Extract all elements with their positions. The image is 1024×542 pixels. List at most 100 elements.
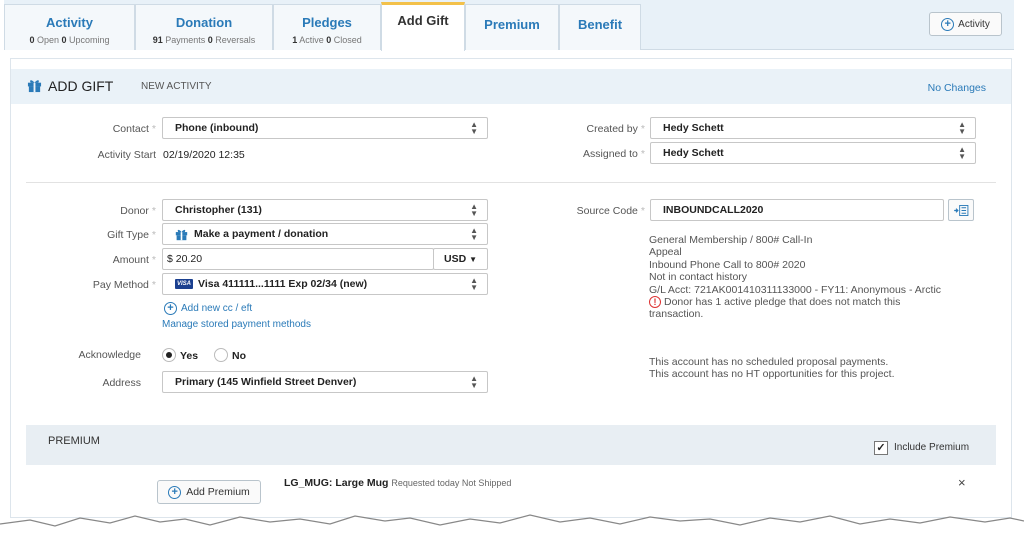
tab-pledges[interactable]: Pledges 1 Active 0 Closed [273, 4, 381, 50]
source-code-details: General Membership / 800# Call-In Appeal… [649, 234, 941, 321]
add-premium-label: Add Premium [186, 486, 250, 498]
premium-item: LG_MUG: Large Mug Requested today Not Sh… [284, 477, 511, 489]
account-note: This account has no HT opportunities for… [649, 368, 895, 381]
plus-circle-icon: + [168, 485, 182, 499]
donor-value: Christopher (131) [175, 204, 262, 216]
plus-circle-icon: + [941, 17, 955, 31]
premium-section-header: PREMIUM ✓ Include Premium [26, 425, 996, 465]
tab-label: Benefit [577, 17, 623, 32]
gift-type-value: Make a payment / donation [194, 228, 329, 240]
amount-value: $ 20.20 [167, 253, 203, 265]
currency-value: USD [444, 253, 467, 265]
amount-input[interactable]: $ 20.20 [162, 248, 434, 270]
change-status: No Changes [927, 82, 986, 94]
address-select[interactable]: Primary (145 Winfield Street Denver) ▲ ▼ [162, 371, 488, 393]
contact-label: Contact * [112, 123, 156, 135]
created-by-select[interactable]: Hedy Schett ▲ ▼ [650, 117, 976, 139]
donor-label: Donor * [120, 205, 156, 217]
visa-card-icon: VISA [175, 279, 194, 289]
gift-type-label: Gift Type * [107, 229, 156, 241]
select-caret-icon: ▲ ▼ [470, 226, 478, 242]
select-caret-icon: ▲ ▼ [470, 276, 478, 292]
premium-item-status: Requested today Not Shipped [391, 478, 512, 488]
amount-label: Amount * [112, 254, 156, 266]
select-caret-icon: ▲ ▼ [470, 120, 478, 136]
add-card-link[interactable]: + Add new cc / eft [164, 302, 252, 315]
include-premium-label: Include Premium [894, 442, 970, 453]
remove-premium-button[interactable]: × [958, 475, 966, 490]
tab-summary: 1 Active 0 Closed [292, 35, 362, 45]
select-caret-icon: ▲ ▼ [958, 145, 966, 161]
account-notes: This account has no scheduled proposal p… [649, 356, 895, 381]
tab-label: Premium [484, 17, 540, 32]
panel-header: ADD GIFT NEW ACTIVITY No Changes [11, 69, 1011, 104]
tab-summary: 0 Open 0 Upcoming [29, 35, 110, 45]
add-activity-button[interactable]: + Activity [929, 12, 1002, 36]
contact-select[interactable]: Phone (inbound) ▲ ▼ [162, 117, 488, 139]
pay-method-value: Visa 411111...1111 Exp 02/34 (new) [198, 278, 368, 290]
source-info-line: General Membership / 800# Call-In [649, 234, 813, 246]
contact-value: Phone (inbound) [175, 122, 259, 134]
assigned-to-label: Assigned to * [583, 148, 645, 160]
source-code-label: Source Code * [576, 205, 645, 217]
pay-method-label: Pay Method * [92, 279, 156, 291]
source-code-lookup-button[interactable] [948, 199, 974, 221]
select-caret-icon: ▲ ▼ [470, 202, 478, 218]
plus-circle-icon: + [164, 302, 177, 315]
section-divider [26, 182, 996, 183]
source-info-line: Inbound Phone Call to 800# 2020 [649, 258, 806, 271]
acknowledge-no-radio[interactable] [214, 348, 228, 362]
pledge-warning-cont: transaction. [649, 308, 704, 321]
tab-label: Add Gift [397, 13, 449, 28]
page-subtitle: NEW ACTIVITY [141, 81, 212, 92]
activity-start-value: 02/19/2020 12:35 [163, 149, 245, 161]
tab-label: Activity [46, 15, 93, 30]
pledge-warning: ! Donor has 1 active pledge that does not… [649, 296, 941, 309]
source-info-line: Appeal [649, 246, 682, 259]
add-gift-panel: ADD GIFT NEW ACTIVITY No Changes Contact… [10, 58, 1012, 518]
assigned-to-select[interactable]: Hedy Schett ▲ ▼ [650, 142, 976, 164]
select-caret-icon: ▲ ▼ [958, 120, 966, 136]
source-info-line: Not in contact history [649, 271, 748, 284]
warning-icon: ! [649, 296, 661, 309]
currency-select[interactable]: USD ▼ [433, 248, 488, 270]
include-premium-checkbox[interactable]: ✓ [874, 441, 888, 455]
list-lookup-icon [953, 204, 968, 216]
tab-label: Donation [175, 15, 233, 30]
add-activity-label: Activity [958, 18, 990, 30]
acknowledge-label: Acknowledge [78, 349, 141, 361]
address-label: Address [102, 377, 141, 389]
gift-icon [27, 80, 42, 93]
tab-add-gift[interactable]: Add Gift [381, 2, 465, 51]
source-code-value: INBOUNDCALL2020 [663, 204, 764, 216]
pay-method-select[interactable]: VISA Visa 411111...1111 Exp 02/34 (new) … [162, 273, 488, 295]
source-code-input[interactable]: INBOUNDCALL2020 [650, 199, 944, 221]
tab-donation[interactable]: Donation 91 Payments 0 Reversals [135, 4, 273, 50]
acknowledge-yes-label: Yes [180, 350, 199, 362]
tab-summary: 91 Payments 0 Reversals [152, 35, 256, 45]
address-value: Primary (145 Winfield Street Denver) [175, 376, 357, 388]
tab-activity[interactable]: Activity 0 Open 0 Upcoming [4, 4, 135, 50]
gift-icon [175, 229, 188, 240]
manage-payment-methods-link[interactable]: Manage stored payment methods [162, 319, 311, 330]
created-by-value: Hedy Schett [663, 122, 724, 134]
tab-bar: Activity 0 Open 0 Upcoming Donation 91 P… [4, 0, 1014, 51]
chevron-down-icon: ▼ [469, 254, 478, 264]
acknowledge-no-label: No [232, 350, 246, 362]
premium-item-code: LG_MUG: Large Mug [284, 477, 389, 489]
page-title: ADD GIFT [48, 78, 114, 94]
created-by-label: Created by * [586, 123, 645, 135]
select-caret-icon: ▲ ▼ [470, 374, 478, 390]
donor-select[interactable]: Christopher (131) ▲ ▼ [162, 199, 488, 221]
tab-label: Pledges [302, 15, 352, 30]
assigned-to-value: Hedy Schett [663, 147, 724, 159]
gift-type-select[interactable]: Make a payment / donation ▲ ▼ [162, 223, 488, 245]
acknowledge-yes-radio[interactable] [162, 348, 176, 362]
account-note: This account has no scheduled proposal p… [649, 356, 889, 368]
add-card-link-text: Add new cc / eft [181, 303, 253, 314]
premium-title: PREMIUM [48, 435, 100, 447]
tab-premium[interactable]: Premium [465, 4, 559, 50]
source-info-line: G/L Acct: 721AK001410311133000 - FY11: A… [649, 283, 942, 296]
tab-benefit[interactable]: Benefit [559, 4, 641, 50]
activity-start-label: Activity Start [97, 149, 156, 161]
